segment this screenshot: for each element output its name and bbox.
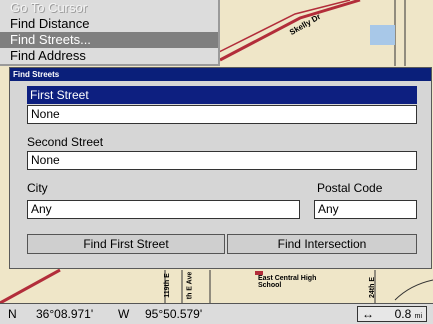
longitude-hemisphere: W <box>118 307 130 321</box>
scale-number: 0.8 <box>394 307 412 321</box>
second-street-field[interactable]: None <box>27 151 417 170</box>
first-street-label[interactable]: First Street <box>27 86 417 104</box>
city-field[interactable]: Any <box>27 200 300 219</box>
scale-unit: mi <box>414 313 422 320</box>
map-label-school: East Central High School <box>258 275 317 289</box>
status-bar: N 36°08.971' W 95°50.579' ↔ 0.8 mi <box>0 303 433 324</box>
dialog-title: Find Streets <box>10 68 431 81</box>
first-street-field[interactable]: None <box>27 105 417 124</box>
scale-arrow-icon: ↔ <box>362 307 374 321</box>
latitude-value: 36°08.971' <box>36 307 94 321</box>
water-top <box>370 25 395 45</box>
find-intersection-button[interactable]: Find Intersection <box>227 234 417 254</box>
scale-value: 0.8 mi <box>395 307 422 324</box>
menu-item-go-to-cursor[interactable]: Go To Cursor <box>0 0 218 16</box>
second-street-label: Second Street <box>27 135 104 149</box>
map-label-street-1: 119th E <box>163 273 171 298</box>
city-label: City <box>27 181 48 195</box>
find-streets-dialog: Find Streets First Street None Second St… <box>9 67 432 269</box>
latitude-hemisphere: N <box>8 307 17 321</box>
postal-code-field[interactable]: Any <box>314 200 417 219</box>
menu-item-find-distance[interactable]: Find Distance <box>0 16 218 32</box>
popup-menu: Go To Cursor Find Distance Find Streets.… <box>0 0 220 66</box>
menu-item-find-streets[interactable]: Find Streets... <box>0 32 218 48</box>
road-curve-bottom <box>394 279 433 301</box>
zoom-scale[interactable]: ↔ 0.8 mi <box>357 306 427 322</box>
longitude-value: 95°50.579' <box>145 307 203 321</box>
road-diag-bottom <box>0 268 61 305</box>
find-first-street-button[interactable]: Find First Street <box>27 234 225 254</box>
map-label-street-2: th E Ave <box>186 271 194 300</box>
postal-code-label: Postal Code <box>317 181 383 195</box>
menu-item-find-address[interactable]: Find Address <box>0 48 218 64</box>
map-label-street-3: 24th E <box>369 276 377 299</box>
